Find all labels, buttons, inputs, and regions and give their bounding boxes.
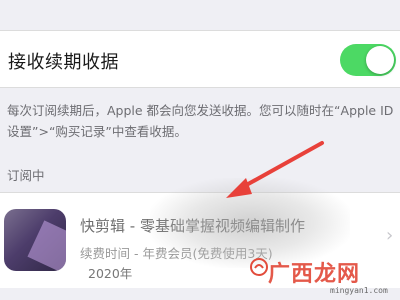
app-icon-shine [27, 220, 66, 271]
chevron-right-icon: › [386, 225, 394, 246]
subscription-year: 2020年 [88, 266, 133, 281]
receipt-description: 每次订阅续期后，Apple 都会向您发送收据。您可以随时在“Apple ID 设… [7, 103, 394, 139]
video-editor-app-icon [4, 209, 66, 271]
receipt-toggle-label: 接收续期收据 [8, 52, 119, 73]
receipt-toggle-switch[interactable] [340, 44, 396, 76]
subscription-title: 快剪辑 - 零基础掌握视频编辑制作 [80, 217, 305, 235]
watermark-logo-icon [250, 258, 268, 276]
watermark-text: 广西龙网 [268, 262, 361, 287]
section-header-subscribed: 订阅中 [7, 168, 45, 183]
subscriptions-settings-screen: 接收续期收据 每次订阅续期后，Apple 都会向您发送收据。您可以随时在“App… [0, 0, 400, 300]
subscription-plan: 续费时间 - 年费会员(免费使用3天) [80, 246, 273, 261]
top-strip [0, 0, 400, 28]
switch-knob [366, 46, 394, 74]
receipt-toggle-row[interactable]: 接收续期收据 [0, 30, 400, 88]
watermark-url: mingyan1.com [330, 286, 388, 295]
